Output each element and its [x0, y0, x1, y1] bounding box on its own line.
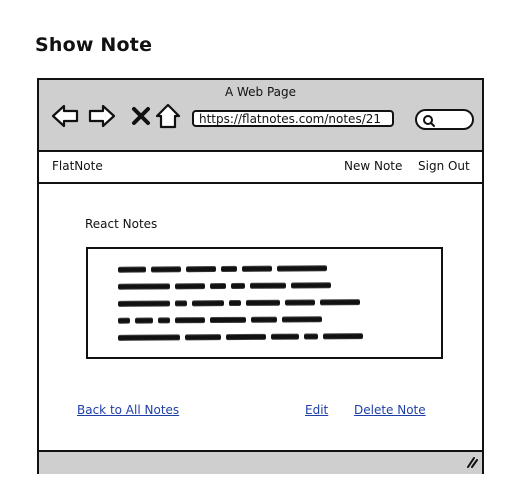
- note-body: [86, 247, 443, 359]
- home-icon[interactable]: [154, 102, 182, 130]
- app-navbar: FlatNote New Note Sign Out: [39, 152, 482, 184]
- brand-link[interactable]: FlatNote: [52, 159, 103, 173]
- sign-out-link[interactable]: Sign Out: [418, 159, 470, 173]
- close-icon[interactable]: [127, 102, 155, 130]
- edit-link[interactable]: Edit: [305, 403, 328, 417]
- search-icon: [423, 115, 435, 127]
- note-text-line: [117, 298, 361, 308]
- browser-status-bar: [39, 450, 482, 474]
- address-bar[interactable]: https://flatnotes.com/notes/21: [192, 110, 394, 127]
- window-title: A Web Page: [224, 85, 297, 99]
- note-text-line: [117, 332, 364, 342]
- delete-note-link[interactable]: Delete Note: [354, 403, 426, 417]
- arrow-right-icon[interactable]: [88, 102, 116, 130]
- back-to-all-notes-link[interactable]: Back to All Notes: [77, 403, 179, 417]
- browser-window: A Web Page https://flatnotes.com/notes/2…: [37, 78, 484, 474]
- browser-chrome: A Web Page https://flatnotes.com/notes/2…: [39, 80, 482, 152]
- note-text-line: [117, 264, 328, 273]
- arrow-left-icon[interactable]: [51, 102, 79, 130]
- note-text-line: [117, 315, 323, 324]
- note-text-line: [117, 281, 332, 290]
- resize-grip-icon[interactable]: [462, 455, 478, 469]
- page-title: Show Note: [35, 34, 153, 56]
- browser-search-field[interactable]: [415, 109, 474, 130]
- note-title: React Notes: [85, 217, 158, 231]
- new-note-link[interactable]: New Note: [344, 159, 402, 173]
